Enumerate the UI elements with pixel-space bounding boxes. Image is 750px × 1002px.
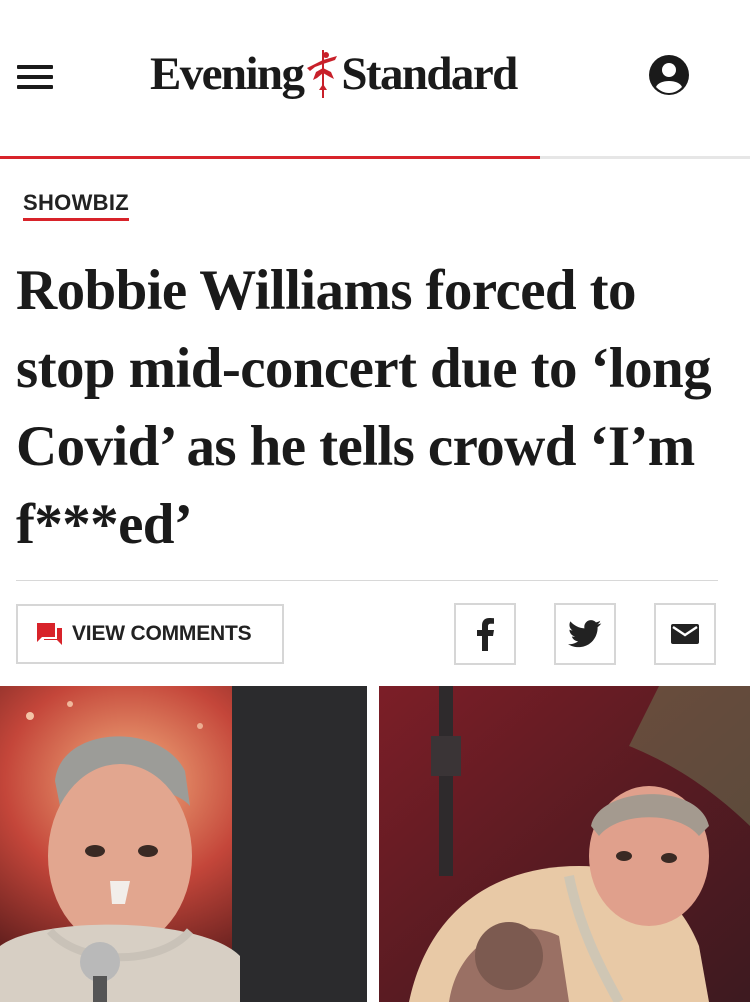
facebook-icon [477, 618, 494, 651]
share-twitter-button[interactable] [554, 603, 616, 665]
concert-photo-closeup [0, 686, 367, 1002]
logo-word-standard: Standard [341, 48, 518, 100]
reading-progress-bar [0, 156, 750, 159]
site-logo[interactable]: Evening Standard [150, 46, 518, 102]
concert-photo-crouching [379, 686, 750, 1002]
share-email-button[interactable] [654, 603, 716, 665]
envelope-icon [671, 624, 699, 644]
section-label-showbiz[interactable]: SHOWBIZ [23, 190, 129, 221]
comment-bubble-icon [37, 623, 62, 645]
article-photo-left[interactable] [0, 686, 367, 1002]
twitter-bird-icon [568, 620, 602, 648]
site-header: Evening Standard [0, 0, 750, 159]
hamburger-menu-icon[interactable] [17, 63, 53, 91]
reading-progress-fill [0, 156, 540, 159]
view-comments-button[interactable]: VIEW COMMENTS [16, 604, 284, 664]
winged-figure-emblem [307, 50, 338, 98]
share-facebook-button[interactable] [454, 603, 516, 665]
headline-divider [16, 580, 718, 581]
article-headline: Robbie Williams forced to stop mid-conce… [16, 259, 712, 556]
article-photo-right[interactable] [379, 686, 750, 1002]
account-circle-icon[interactable] [648, 54, 690, 96]
logo-word-evening: Evening [150, 48, 305, 100]
view-comments-label: VIEW COMMENTS [72, 622, 252, 645]
